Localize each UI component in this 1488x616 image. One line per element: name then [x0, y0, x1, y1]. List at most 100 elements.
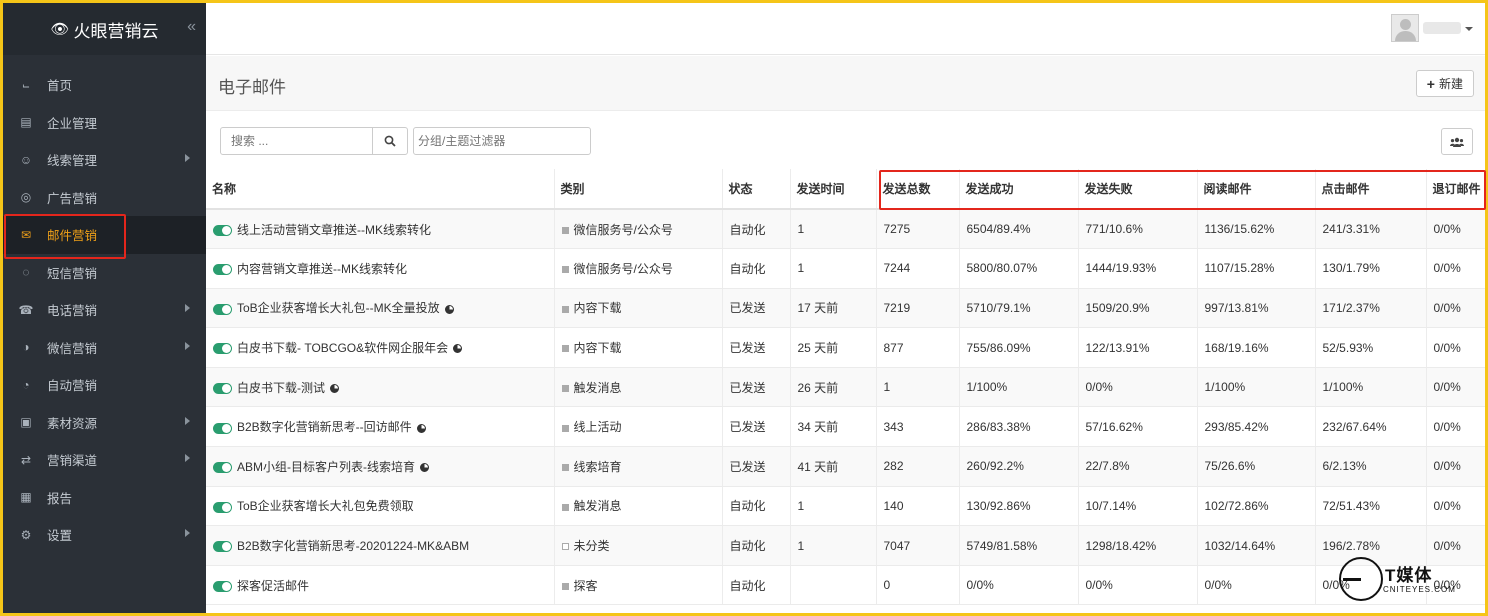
username-redacted[interactable] — [1423, 22, 1461, 34]
user-avatar[interactable] — [1391, 14, 1419, 42]
active-toggle[interactable] — [213, 224, 232, 236]
status-cell: 自动化 — [722, 248, 791, 289]
category-cell: 触发消息 — [554, 486, 723, 527]
sidebar-item-5[interactable]: ◌ 短信营销 — [3, 254, 206, 292]
active-toggle[interactable] — [213, 422, 232, 434]
email-name-link[interactable]: ToB企业获客增长大礼包免费领取 — [237, 499, 414, 513]
email-name-link[interactable]: ToB企业获客增长大礼包--MK全量投放 — [237, 301, 440, 315]
main-content: 电子邮件 + 新建 名 — [206, 56, 1486, 613]
total-cell: 282 — [876, 446, 960, 487]
search-button[interactable] — [372, 127, 408, 155]
sidebar-item-8[interactable]: ◔ 自动营销 — [3, 366, 206, 404]
new-button[interactable]: + 新建 — [1415, 70, 1474, 97]
email-name-link[interactable]: 白皮书下载- TOBCGO&软件网企服年会 — [237, 341, 448, 355]
group-topic-filter-input[interactable] — [413, 127, 591, 155]
sidebar-item-3[interactable]: ◎ 广告营销 — [3, 179, 206, 217]
table-row[interactable]: 探客促活邮件 探客 自动化 0 0/0% 0/0% 0/0% 0/0% 0/0% — [206, 565, 1485, 606]
unsub-cell: 0/0% — [1426, 367, 1485, 408]
pie-chart-icon[interactable] — [420, 463, 429, 473]
email-name-link[interactable]: B2B数字化营销新思考--回访邮件 — [237, 420, 412, 434]
sidebar-item-4[interactable]: ✉ 邮件营销 — [3, 214, 206, 259]
column-header[interactable]: 退订邮件 — [1426, 169, 1485, 210]
unsub-cell: 0/0% — [1426, 248, 1485, 289]
sidebar-item-10[interactable]: ⇄ 营销渠道 — [3, 441, 206, 479]
read-cell: 997/13.81% — [1197, 288, 1316, 329]
pie-chart-icon[interactable] — [416, 423, 426, 433]
time-cell: 1 — [790, 525, 877, 566]
column-header[interactable]: 点击邮件 — [1315, 169, 1427, 210]
email-name-link[interactable]: 白皮书下载-测试 — [237, 381, 325, 395]
page-title: 电子邮件 — [218, 78, 286, 97]
caret-down-icon[interactable] — [1465, 27, 1473, 31]
table-row[interactable]: 线上活动营销文章推送--MK线索转化 微信服务号/公众号 自动化 1 7275 6504/… — [206, 209, 1485, 250]
time-cell — [790, 565, 877, 606]
sidebar-item-label: 营销渠道 — [47, 454, 98, 469]
total-cell: 877 — [876, 327, 960, 368]
watermark-logo-bar — [1343, 578, 1361, 581]
brand-header: 👁︎ 火眼营销云 « — [3, 3, 206, 55]
table-row[interactable]: B2B数字化营销新思考--回访邮件 线上活动 已发送 34 天前 343 286/83.3… — [206, 406, 1485, 448]
active-toggle[interactable] — [213, 264, 232, 276]
table-row[interactable]: ToB企业获客增长大礼包--MK全量投放 内容下载 已发送 17 天前 7219 5710… — [206, 288, 1485, 329]
email-name-link[interactable]: B2B数字化营销新思考-20201224-MK&ABM — [237, 539, 469, 553]
pie-chart-icon[interactable] — [453, 344, 463, 354]
chevron-right-icon — [185, 529, 190, 537]
table-row[interactable]: 白皮书下载- TOBCGO&软件网企服年会 内容下载 已发送 25 天前 877 755/… — [206, 327, 1485, 368]
sidebar-item-6[interactable]: ☎ 电话营销 — [3, 291, 206, 329]
success-cell: 0/0% — [959, 565, 1079, 606]
read-cell: 1107/15.28% — [1197, 248, 1316, 289]
category-label: 内容下载 — [573, 341, 622, 356]
unsub-cell: 0/0% — [1426, 486, 1485, 527]
sidebar-item-2[interactable]: ☺ 线索管理 — [3, 141, 206, 179]
table-row[interactable]: ToB企业获客增长大礼包免费领取 触发消息 自动化 1 140 130/92.86% 10/… — [206, 486, 1485, 527]
click-cell: 72/51.43% — [1315, 486, 1427, 527]
active-toggle[interactable] — [213, 462, 232, 474]
column-header[interactable]: 状态 — [722, 169, 791, 210]
active-toggle[interactable] — [213, 303, 232, 315]
search-input[interactable] — [220, 127, 373, 155]
sidebar-item-9[interactable]: ▣ 素材资源 — [3, 404, 206, 442]
table-row[interactable]: B2B数字化营销新思考-20201224-MK&ABM 未分类 自动化 1 7047 57… — [206, 525, 1485, 566]
sidebar-item-12[interactable]: ⚙ 设置 — [3, 516, 206, 554]
status-cell: 已发送 — [722, 288, 791, 329]
watermark-subtitle: CNITEYES.COM — [1383, 585, 1456, 594]
category-label: 未分类 — [573, 539, 610, 554]
email-name-link[interactable]: ABM小组-目标客户列表-线索培育 — [237, 460, 415, 474]
active-toggle[interactable] — [213, 501, 232, 513]
column-header[interactable]: 阅读邮件 — [1197, 169, 1316, 210]
table-row[interactable]: ABM小组-目标客户列表-线索培育 线索培育 已发送 41 天前 282 260/92.2… — [206, 446, 1485, 487]
table-row[interactable]: 内容营销文章推送--MK线索转化 微信服务号/公众号 自动化 1 7244 5800/80… — [206, 248, 1485, 289]
report-icon: ▦ — [20, 490, 32, 505]
active-toggle[interactable] — [213, 580, 232, 592]
sidebar-item-1[interactable]: ▤ 企业管理 — [3, 104, 206, 142]
sidebar-item-7[interactable]: ◑ 微信营销 — [3, 329, 206, 367]
column-header[interactable]: 发送失败 — [1078, 169, 1198, 210]
email-name-link[interactable]: 线上活动营销文章推送--MK线索转化 — [237, 223, 431, 237]
sidebar-item-11[interactable]: ▦ 报告 — [3, 479, 206, 517]
pie-chart-icon[interactable] — [330, 384, 339, 393]
category-label: 触发消息 — [573, 380, 622, 395]
email-name-link[interactable]: 内容营销文章推送--MK线索转化 — [237, 262, 407, 276]
users-group-icon — [1450, 137, 1464, 147]
column-header[interactable]: 发送时间 — [790, 169, 877, 210]
users-group-button[interactable] — [1441, 128, 1473, 155]
collapse-sidebar-icon[interactable]: « — [187, 18, 196, 36]
column-header[interactable]: 发送总数 — [876, 169, 960, 210]
name-cell: B2B数字化营销新思考-20201224-MK&ABM — [206, 525, 555, 566]
pie-chart-icon[interactable] — [444, 304, 454, 314]
active-toggle[interactable] — [213, 383, 232, 394]
email-name-link[interactable]: 探客促活邮件 — [237, 579, 309, 593]
sidebar-item-label: 首页 — [47, 79, 73, 94]
column-header[interactable]: 发送成功 — [959, 169, 1079, 210]
column-header[interactable]: 类别 — [554, 169, 723, 210]
table-row[interactable]: 白皮书下载-测试 触发消息 已发送 26 天前 1 1/100% 0/0% 1/100% 1/1… — [206, 367, 1485, 408]
name-cell: 白皮书下载- TOBCGO&软件网企服年会 — [206, 327, 555, 368]
active-toggle[interactable] — [213, 343, 232, 355]
click-cell: 6/2.13% — [1315, 446, 1427, 487]
active-toggle[interactable] — [213, 541, 232, 553]
chevron-right-icon — [185, 304, 190, 312]
gauge-icon: ◔ — [22, 377, 30, 392]
category-cell: 触发消息 — [554, 367, 723, 408]
column-header[interactable]: 名称 — [206, 169, 555, 210]
sidebar-item-0[interactable]: ⨽ 首页 — [3, 66, 206, 104]
